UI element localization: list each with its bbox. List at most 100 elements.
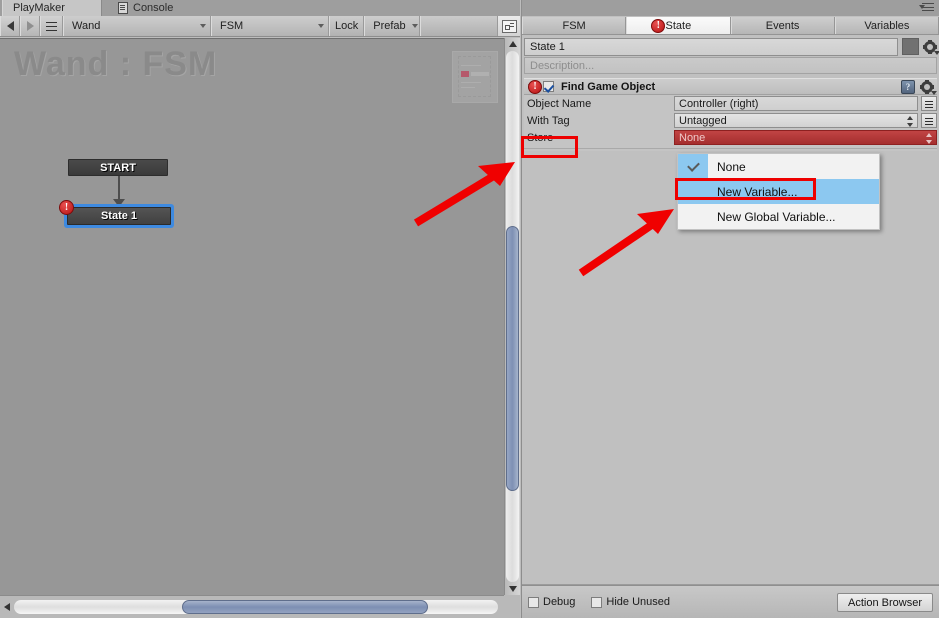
lock-button-label: Lock bbox=[335, 20, 359, 32]
minimap-line bbox=[461, 87, 475, 88]
layout-icon bbox=[501, 19, 517, 33]
state-node-label: State 1 bbox=[100, 210, 138, 222]
store-value: None bbox=[679, 131, 706, 144]
start-node[interactable]: START bbox=[68, 159, 168, 176]
state-name-input[interactable]: State 1 bbox=[524, 37, 898, 56]
debug-checkbox[interactable] bbox=[528, 596, 539, 608]
graph-title: Wand : FSM bbox=[14, 45, 218, 83]
with-tag-value: Untagged bbox=[679, 114, 727, 127]
action-header[interactable]: ! Find Game Object ? bbox=[524, 78, 937, 95]
tab-console-label: Console bbox=[133, 2, 174, 14]
fsm-graph-canvas[interactable]: Wand : FSM START State 1 ! bbox=[0, 38, 504, 596]
state-name-row: State 1 bbox=[524, 37, 939, 56]
with-tag-variable-button[interactable] bbox=[921, 113, 937, 128]
tab-variables-label: Variables bbox=[864, 19, 910, 32]
forward-button[interactable] bbox=[20, 16, 40, 36]
toolbar-spacer bbox=[420, 16, 497, 36]
prefab-dropdown[interactable]: Prefab bbox=[364, 16, 421, 36]
checkmark-icon bbox=[678, 154, 708, 179]
menu-button[interactable] bbox=[40, 16, 63, 36]
debug-label: Debug bbox=[543, 596, 576, 608]
object-name-value: Controller (right) bbox=[679, 97, 759, 110]
layout-button[interactable] bbox=[497, 16, 520, 36]
state-node-error-glyph: ! bbox=[64, 201, 69, 213]
object-name-variable-button[interactable] bbox=[921, 96, 937, 111]
horizontal-scrollbar-thumb[interactable] bbox=[182, 600, 428, 614]
store-dropdown[interactable]: None bbox=[674, 130, 937, 145]
action-title: Find Game Object bbox=[561, 80, 656, 93]
scroll-down-icon[interactable] bbox=[509, 586, 517, 592]
hamburger-icon bbox=[46, 21, 57, 31]
action-find-game-object: ! Find Game Object ? Object Name Control… bbox=[524, 78, 937, 151]
debug-toggle[interactable]: Debug bbox=[528, 596, 575, 608]
state-color-swatch[interactable] bbox=[902, 38, 919, 55]
panel-options-icon[interactable] bbox=[919, 3, 935, 12]
playmaker-toolbar: Wand FSM Lock Prefab bbox=[0, 16, 520, 37]
tab-variables[interactable]: Variables bbox=[834, 17, 939, 34]
property-row-with-tag: With Tag Untagged bbox=[524, 112, 937, 129]
tab-state[interactable]: ! State bbox=[626, 17, 731, 34]
dropdown-item-none-label: None bbox=[717, 159, 746, 174]
property-row-object-name: Object Name Controller (right) bbox=[524, 95, 937, 112]
graph-vertical-scrollbar[interactable] bbox=[504, 38, 520, 595]
game-object-selector[interactable]: Wand bbox=[63, 16, 211, 36]
action-enabled-checkbox[interactable] bbox=[543, 81, 554, 92]
help-icon[interactable]: ? bbox=[901, 80, 915, 94]
hide-unused-checkbox[interactable] bbox=[591, 596, 603, 608]
tab-playmaker-label: PlayMaker bbox=[13, 2, 65, 14]
hide-unused-toggle[interactable]: Hide Unused bbox=[591, 596, 670, 608]
triangle-right-icon bbox=[26, 21, 34, 31]
scrollbar-corner bbox=[504, 595, 520, 618]
state-node-state-1[interactable]: State 1 bbox=[64, 204, 174, 228]
graph-horizontal-scrollbar[interactable] bbox=[0, 595, 520, 618]
game-object-selector-label: Wand bbox=[72, 20, 101, 32]
tab-console[interactable]: Console bbox=[108, 0, 183, 16]
lock-button[interactable]: Lock bbox=[329, 16, 365, 36]
inspector-top-strip bbox=[522, 0, 939, 16]
state-description-input[interactable]: Description... bbox=[524, 57, 937, 74]
state-node-body: State 1 bbox=[67, 207, 171, 225]
minimap-line bbox=[461, 65, 481, 66]
dropdown-item-new-variable-label: New Variable... bbox=[717, 184, 798, 199]
dropdown-check-column bbox=[678, 179, 708, 204]
dropdown-check-column bbox=[678, 204, 708, 229]
fsm-selector[interactable]: FSM bbox=[211, 16, 329, 36]
state-settings-gear-icon[interactable] bbox=[923, 39, 939, 55]
property-separator bbox=[524, 148, 937, 149]
store-variable-dropdown-menu[interactable]: None New Variable... New Global Variable… bbox=[677, 153, 880, 230]
scroll-left-icon[interactable] bbox=[4, 603, 10, 611]
state-description-placeholder: Description... bbox=[530, 59, 595, 72]
prefab-dropdown-label: Prefab bbox=[373, 20, 406, 32]
action-settings-gear-icon[interactable] bbox=[920, 80, 937, 95]
chevron-down-icon bbox=[318, 24, 324, 28]
dropdown-item-new-variable[interactable]: New Variable... bbox=[678, 179, 879, 204]
action-properties: Object Name Controller (right) With Tag … bbox=[524, 95, 937, 151]
tab-events-label: Events bbox=[765, 19, 800, 32]
vertical-scrollbar-thumb[interactable] bbox=[506, 226, 519, 491]
inspector-bottom-bar: Debug Hide Unused Action Browser bbox=[522, 585, 939, 618]
property-label-object-name: Object Name bbox=[527, 97, 592, 110]
chevron-down-icon bbox=[200, 24, 206, 28]
property-label-store: Store bbox=[527, 131, 554, 144]
tab-state-label: State bbox=[665, 19, 692, 32]
updown-chevrons-icon bbox=[907, 116, 914, 127]
tab-events[interactable]: Events bbox=[730, 17, 835, 34]
action-browser-button[interactable]: Action Browser bbox=[837, 593, 933, 612]
console-doc-icon bbox=[118, 2, 128, 14]
tab-state-error-icon: ! bbox=[651, 19, 666, 33]
fsm-selector-label: FSM bbox=[220, 20, 244, 32]
graph-minimap[interactable] bbox=[452, 51, 498, 103]
triangle-left-icon bbox=[6, 21, 14, 31]
dropdown-item-new-global-variable-label: New Global Variable... bbox=[717, 209, 836, 224]
back-button[interactable] bbox=[0, 16, 20, 36]
tab-fsm[interactable]: FSM bbox=[522, 17, 627, 34]
object-name-input[interactable]: Controller (right) bbox=[674, 96, 918, 111]
scroll-up-icon[interactable] bbox=[509, 41, 517, 47]
hide-unused-label: Hide Unused bbox=[606, 596, 671, 608]
dropdown-item-none[interactable]: None bbox=[678, 154, 879, 179]
with-tag-dropdown[interactable]: Untagged bbox=[674, 113, 918, 128]
dropdown-item-new-global-variable[interactable]: New Global Variable... bbox=[678, 204, 879, 229]
property-row-store: Store None bbox=[524, 129, 937, 146]
action-error-icon: ! bbox=[528, 79, 542, 94]
tab-playmaker[interactable]: PlayMaker bbox=[2, 0, 102, 16]
